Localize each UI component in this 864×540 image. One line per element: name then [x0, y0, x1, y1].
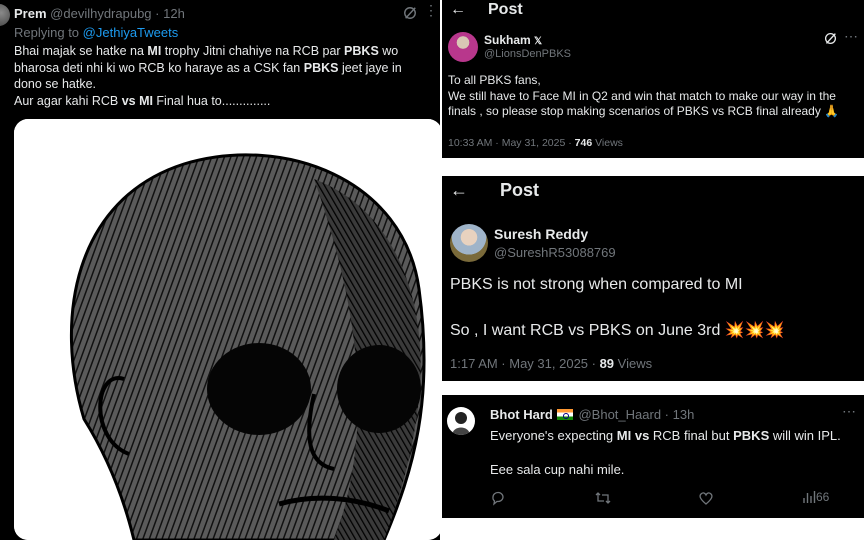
tweet-time[interactable]: 12h: [163, 6, 185, 21]
avatar[interactable]: [448, 32, 478, 62]
timestamp[interactable]: 10:33 AM · May 31, 2025 ·: [448, 137, 575, 149]
tweet-text: To all PBKS fans, We still have to Face …: [448, 73, 860, 120]
tweet-meta: 10:33 AM · May 31, 2025 · 746 Views: [448, 137, 623, 149]
replying-to-handle[interactable]: @JethiyaTweets: [83, 25, 179, 40]
avatar[interactable]: [450, 224, 488, 262]
more-icon[interactable]: ⋯: [844, 28, 858, 45]
more-icon[interactable]: ⋯: [842, 403, 856, 420]
post-sukham: ← Post Sukham 𝕏 @LionsDenPBKS ⋯ To all P…: [442, 0, 864, 158]
tweet-time[interactable]: 13h: [673, 407, 695, 422]
tweet-meta: 1:17 AM · May 31, 2025 · 89 Views: [450, 356, 652, 371]
replying-to: Replying to @JethiyaTweets: [14, 25, 178, 40]
x-verified-icon: 𝕏: [534, 36, 543, 47]
more-icon[interactable]: ⋮: [424, 2, 439, 19]
reply-icon[interactable]: [490, 490, 506, 509]
author-name-text: Sukham: [484, 33, 531, 47]
text-segment: Everyone's expecting: [490, 428, 617, 443]
page-title: Post: [488, 1, 523, 18]
separator: ·: [155, 6, 160, 21]
wojak-meme-image[interactable]: [14, 119, 440, 540]
text-bold: PBKS: [733, 428, 770, 443]
text-segment: trophy Jitni chahiye na RCB par: [161, 44, 345, 58]
text-segment: Aur agar kahi RCB: [14, 93, 122, 108]
text-segment: Bhai majak se hatke na: [14, 44, 148, 58]
replying-prefix: Replying to: [14, 25, 80, 40]
text-bold: vs MI: [121, 93, 153, 108]
tweet-header: Prem @devilhydrapubg · 12h: [14, 6, 185, 21]
avatar[interactable]: [447, 407, 475, 435]
text-bold: PBKS: [344, 44, 379, 58]
views-button[interactable]: 66: [802, 490, 829, 505]
grok-icon[interactable]: [824, 32, 837, 45]
tweet-text-line: So , I want RCB vs PBKS on June 3rd 💥💥💥: [450, 322, 785, 339]
tweet-text-line: Everyone's expecting MI vs RCB final but…: [490, 428, 841, 443]
text-line: To all PBKS fans,: [448, 73, 541, 87]
text-segment: Final hua to..............: [152, 93, 271, 108]
back-arrow-icon[interactable]: ←: [450, 180, 468, 201]
action-bar: 66: [490, 490, 850, 510]
author-handle[interactable]: @LionsDenPBKS: [484, 48, 571, 60]
repost-icon[interactable]: [594, 490, 612, 509]
author-name[interactable]: Sukham 𝕏: [484, 33, 542, 47]
tweet-text-line: PBKS is not strong when compared to MI: [450, 276, 743, 293]
views-count: 746: [574, 137, 593, 149]
views-label: Views: [614, 356, 653, 371]
back-arrow-icon[interactable]: ←: [450, 1, 466, 19]
author-name[interactable]: Prem: [14, 6, 47, 21]
text-bold: MI: [147, 44, 162, 58]
author-name[interactable]: Bhot Hard: [490, 407, 553, 422]
author-handle[interactable]: @Bhot_Haard: [578, 407, 661, 422]
grok-icon[interactable]: [403, 6, 417, 20]
views-count: 89: [599, 356, 615, 371]
timestamp[interactable]: 1:17 AM · May 31, 2025 ·: [450, 356, 600, 371]
author-name[interactable]: Suresh Reddy: [494, 226, 588, 242]
india-flag-icon: [556, 409, 573, 420]
views-label: Views: [592, 137, 623, 149]
tweet-text-line: Eee sala cup nahi mile.: [490, 462, 625, 477]
text-segment: RCB final but: [649, 428, 734, 443]
text-line: We still have to Face MI in Q2 and win t…: [448, 88, 840, 119]
text-segment: will win IPL.: [769, 428, 841, 443]
author-handle[interactable]: @devilhydrapubg: [50, 6, 151, 21]
tweet-bhot-hard: Bhot Hard @Bhot_Haard · 13h ⋯ Everyone's…: [442, 395, 864, 518]
text-bold: PBKS: [303, 60, 339, 75]
like-icon[interactable]: [698, 490, 714, 509]
post-suresh: ← Post Suresh Reddy @SureshR53088769 PBK…: [442, 176, 864, 381]
text-bold: MI vs: [616, 428, 650, 443]
tweet-text: Bhai majak se hatke na MI trophy Jitni c…: [14, 43, 424, 109]
page-title: Post: [500, 180, 540, 200]
views-icon: [803, 491, 816, 503]
tweet-header: Bhot Hard @Bhot_Haard · 13h: [490, 407, 694, 422]
views-count: 66: [816, 490, 830, 504]
separator: ·: [664, 407, 670, 422]
avatar[interactable]: [0, 4, 10, 26]
tweet-reply-prem: Prem @devilhydrapubg · 12h ⋮ Replying to…: [0, 0, 440, 540]
author-handle[interactable]: @SureshR53088769: [494, 245, 616, 260]
